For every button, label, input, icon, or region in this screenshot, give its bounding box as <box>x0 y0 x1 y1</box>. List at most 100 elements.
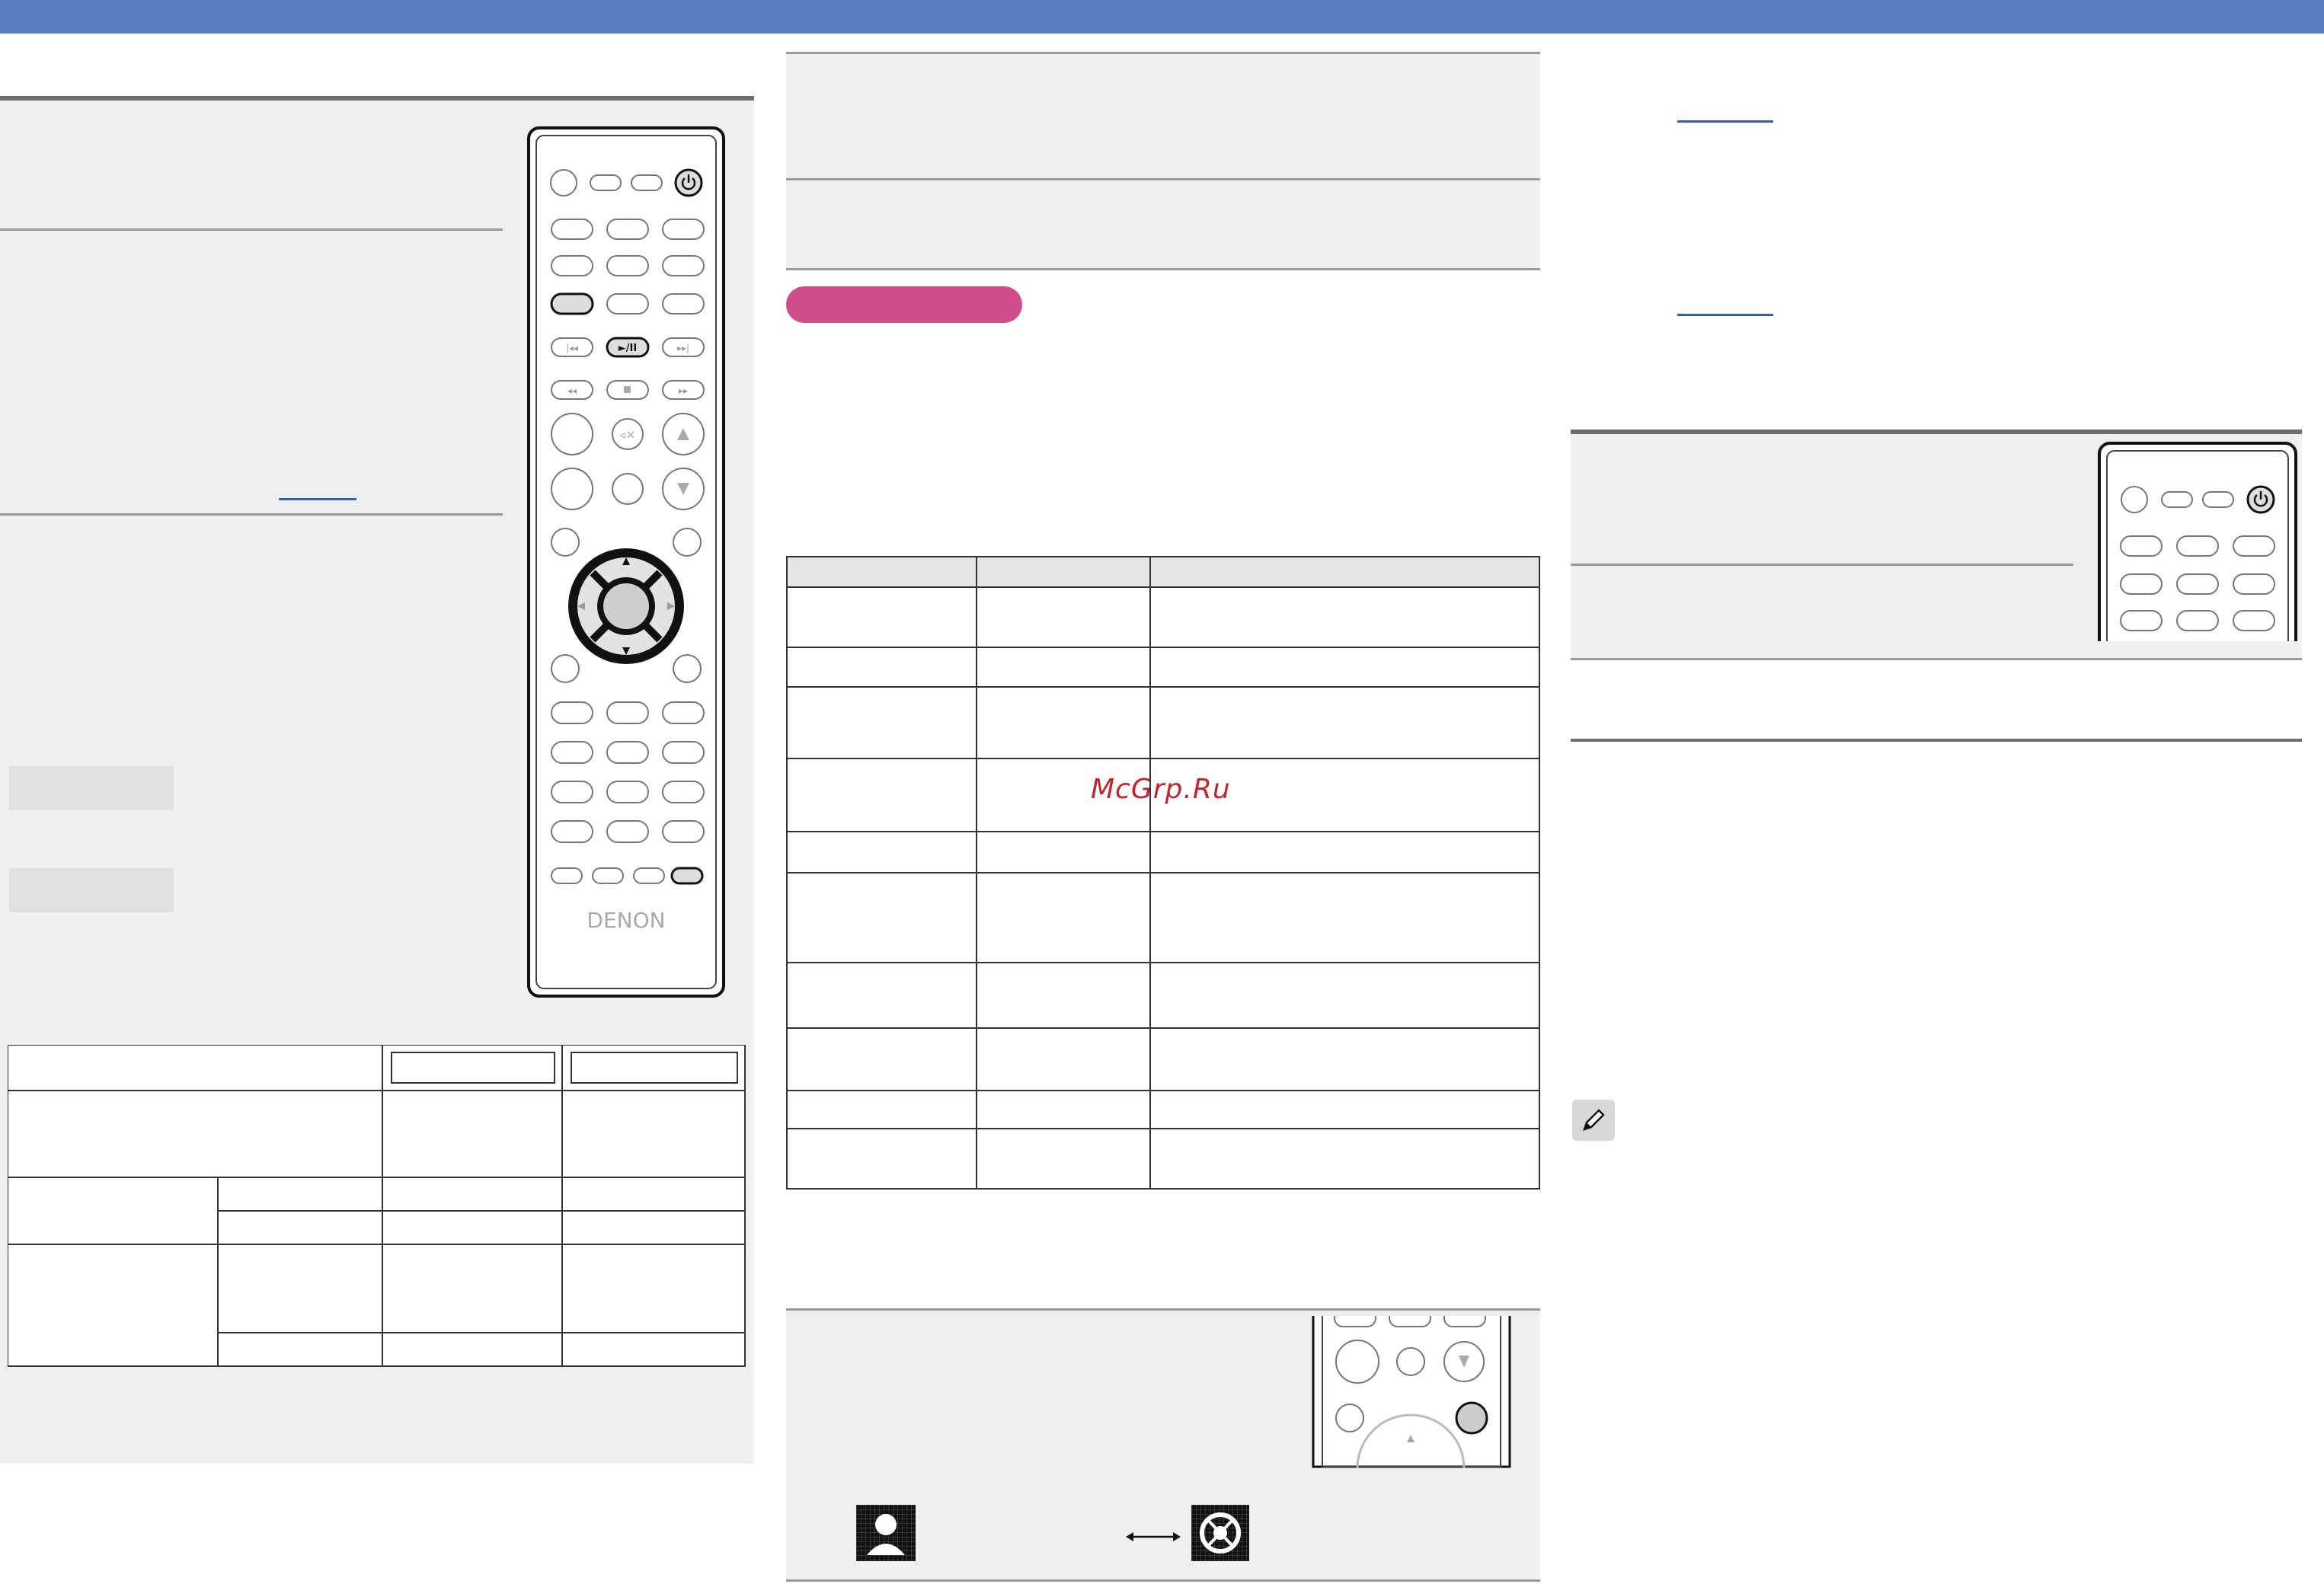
mute-button[interactable]: ◃× <box>612 418 644 450</box>
mode-button[interactable] <box>2176 573 2219 595</box>
mode-button[interactable] <box>2176 535 2219 557</box>
function-button[interactable] <box>631 174 663 191</box>
header-band <box>0 0 2324 34</box>
round-button[interactable] <box>673 528 702 557</box>
mode-button[interactable] <box>551 219 593 240</box>
round-button[interactable] <box>673 654 702 683</box>
mode-button[interactable] <box>662 293 705 315</box>
play-pause-icon: ►/II <box>619 343 637 354</box>
number-button[interactable] <box>551 701 593 724</box>
small-button[interactable] <box>592 867 624 884</box>
play-pause-button[interactable]: ►/II <box>606 337 650 358</box>
enter-button[interactable] <box>603 583 649 629</box>
note-badge <box>1572 1100 1615 1141</box>
highlighted-mode-button[interactable] <box>550 292 594 315</box>
panel-rule <box>786 178 1540 180</box>
round-button[interactable] <box>1396 1347 1425 1376</box>
settings-table <box>786 556 1540 1190</box>
spec-table <box>8 1045 746 1367</box>
round-button[interactable] <box>551 654 580 683</box>
remote-control: |◂◂ ►/II ▸▸| ◂◂ ▸▸ ◃× DENON <box>527 126 725 998</box>
brand-logo: DENON <box>587 908 665 933</box>
pattern-icon <box>1191 1505 1249 1561</box>
rewind-icon: ◂◂ <box>567 385 577 396</box>
number-button[interactable] <box>551 820 593 843</box>
number-button[interactable] <box>662 741 705 764</box>
mode-button[interactable] <box>662 255 705 276</box>
number-button[interactable] <box>662 701 705 724</box>
mode-button[interactable] <box>2233 535 2275 557</box>
rewind-button[interactable]: ◂◂ <box>551 380 593 400</box>
mode-button[interactable] <box>2120 573 2163 595</box>
round-button[interactable] <box>551 468 593 510</box>
section-rule <box>1571 739 2302 742</box>
step-divider <box>0 228 503 231</box>
source-button[interactable] <box>550 169 577 196</box>
info-panel <box>786 52 1540 180</box>
skip-forward-button[interactable]: ▸▸| <box>662 337 705 357</box>
page-link[interactable] <box>1677 314 1773 316</box>
remote-detail <box>1312 1316 1511 1468</box>
remote-top-detail <box>2098 442 2297 641</box>
volume-up-button[interactable] <box>662 413 705 455</box>
skip-back-button[interactable]: |◂◂ <box>551 337 593 357</box>
mode-button[interactable] <box>2233 573 2275 595</box>
function-button[interactable] <box>2202 491 2234 508</box>
step-divider <box>1571 564 2073 566</box>
number-button[interactable] <box>606 701 649 724</box>
skip-back-icon: |◂◂ <box>566 343 578 353</box>
mode-button[interactable] <box>606 219 649 240</box>
panel-rule <box>786 52 1540 54</box>
page-link[interactable] <box>279 498 356 500</box>
function-button[interactable] <box>2161 491 2193 508</box>
round-button[interactable] <box>1335 1340 1379 1384</box>
power-button[interactable] <box>2246 485 2275 514</box>
fast-forward-button[interactable]: ▸▸ <box>662 380 705 400</box>
small-button[interactable] <box>633 867 665 884</box>
round-button[interactable] <box>1335 1404 1364 1432</box>
mode-button[interactable] <box>551 255 593 276</box>
highlighted-button[interactable] <box>1455 1401 1488 1435</box>
source-button[interactable] <box>2121 486 2148 513</box>
page-link[interactable] <box>1677 120 1773 123</box>
mode-button[interactable] <box>662 219 705 240</box>
number-button[interactable] <box>606 741 649 764</box>
section-tag <box>786 286 1022 323</box>
info-panel <box>786 181 1540 270</box>
mode-button[interactable] <box>2176 610 2219 631</box>
round-button[interactable] <box>551 528 580 557</box>
number-button[interactable] <box>606 820 649 843</box>
number-button[interactable] <box>551 781 593 803</box>
mode-button[interactable] <box>606 293 649 315</box>
panel-rule <box>786 268 1540 270</box>
function-button[interactable] <box>590 174 622 191</box>
round-button[interactable] <box>551 413 593 455</box>
number-button[interactable] <box>662 820 705 843</box>
person-icon <box>856 1505 916 1561</box>
mode-button[interactable] <box>2120 535 2163 557</box>
mode-button[interactable] <box>2120 610 2163 631</box>
stop-icon <box>624 386 631 393</box>
fast-forward-icon: ▸▸ <box>679 385 688 396</box>
cursor-pad[interactable] <box>568 548 684 664</box>
skip-forward-icon: ▸▸| <box>677 343 689 353</box>
stop-button[interactable] <box>606 380 649 400</box>
panel-rule <box>786 1579 1540 1582</box>
small-button[interactable] <box>551 867 583 884</box>
button-label-box <box>9 868 174 912</box>
highlighted-small-button[interactable] <box>670 867 704 885</box>
mode-button[interactable] <box>2233 610 2275 631</box>
mute-icon: ◃× <box>619 427 635 442</box>
button-label-box <box>9 766 174 810</box>
round-button[interactable] <box>612 473 644 505</box>
number-button[interactable] <box>606 781 649 803</box>
number-button[interactable] <box>662 781 705 803</box>
panel-rule <box>1571 658 2302 660</box>
volume-down-button[interactable] <box>662 468 705 510</box>
double-arrow-icon <box>1126 1532 1181 1541</box>
mode-button[interactable] <box>606 255 649 276</box>
pencil-note-icon <box>1583 1109 1605 1131</box>
step-divider <box>0 513 503 516</box>
power-button[interactable] <box>674 168 703 197</box>
number-button[interactable] <box>551 741 593 764</box>
